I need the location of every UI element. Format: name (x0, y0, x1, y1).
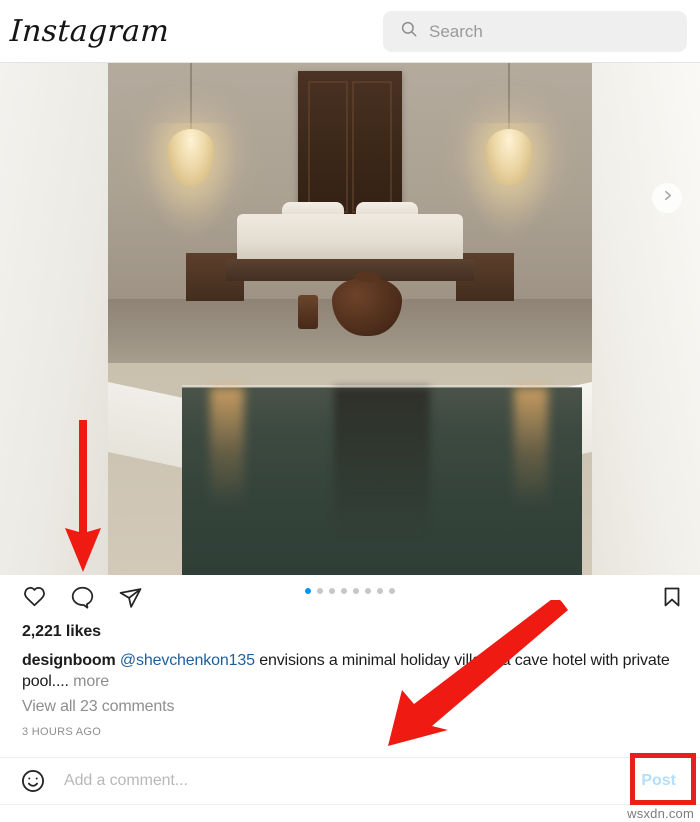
carousel-dot[interactable] (341, 588, 347, 594)
action-icons-group (22, 585, 143, 610)
carousel-dot[interactable] (329, 588, 335, 594)
add-comment-bar: Post (0, 757, 700, 805)
view-all-comments-link[interactable]: View all 23 comments (22, 692, 678, 716)
post-action-bar (0, 575, 700, 619)
like-button[interactable] (22, 585, 47, 610)
save-button[interactable] (660, 585, 684, 609)
caption-username[interactable]: designboom (22, 652, 116, 669)
post-caption: designboom @shevchenkon135 envisions a m… (22, 650, 678, 692)
likes-count: 2,221 likes (22, 623, 101, 640)
swimming-pool (182, 387, 582, 575)
bookmark-icon (660, 587, 684, 613)
post-meta: 2,221 likes designboom @shevchenkon135 e… (0, 619, 700, 738)
caption-more-link[interactable]: more (73, 673, 109, 690)
post-button[interactable]: Post (633, 772, 684, 790)
carousel-next-button[interactable] (652, 183, 682, 213)
carousel-dot[interactable] (389, 588, 395, 594)
watermark: wsxdn.com (627, 806, 694, 821)
corridor-wall-right (592, 63, 700, 575)
instagram-logo[interactable]: Instagram (5, 14, 170, 49)
paper-plane-icon (118, 587, 143, 614)
bed-platform (226, 259, 474, 281)
heart-icon (22, 586, 47, 614)
post-photo[interactable] (0, 62, 700, 575)
app-header: Instagram Search (0, 0, 700, 62)
pool-reflection-door (334, 387, 430, 537)
emoji-picker-button[interactable] (20, 768, 46, 794)
wooden-stool (298, 295, 318, 329)
carousel-dot[interactable] (365, 588, 371, 594)
caption-mention[interactable]: @shevchenkon135 (120, 652, 255, 669)
pool-edge (182, 385, 582, 388)
photo-scene (0, 63, 700, 575)
search-box[interactable]: Search (383, 11, 687, 52)
smiley-face-icon (20, 770, 46, 798)
search-icon (400, 20, 418, 43)
pool-reflection-lamp-left (210, 387, 244, 507)
post-timestamp: 3 HOURS AGO (22, 726, 102, 739)
carved-wooden-door (298, 71, 402, 223)
share-button[interactable] (118, 585, 143, 610)
chevron-right-icon (661, 189, 674, 207)
pool-reflection-lamp-right (514, 387, 548, 507)
corridor-wall-left (0, 63, 108, 575)
comment-bubble-icon (70, 586, 95, 614)
carousel-dot[interactable] (353, 588, 359, 594)
carousel-dots (305, 588, 395, 594)
carousel-dot[interactable] (377, 588, 383, 594)
carousel-dot[interactable] (317, 588, 323, 594)
carousel-dot[interactable] (305, 588, 311, 594)
comment-button[interactable] (70, 585, 95, 610)
add-a-comment-input[interactable] (46, 772, 634, 790)
search-placeholder: Search (429, 21, 483, 41)
